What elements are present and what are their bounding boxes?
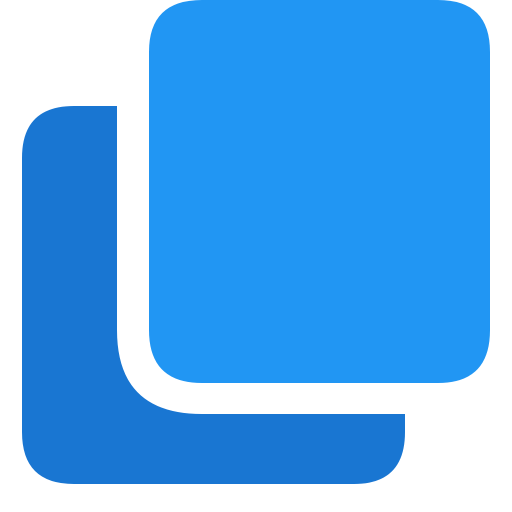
copy-icon-graphic [22, 0, 490, 484]
copy-icon-front-square [149, 0, 490, 383]
copy-icon [0, 0, 512, 512]
